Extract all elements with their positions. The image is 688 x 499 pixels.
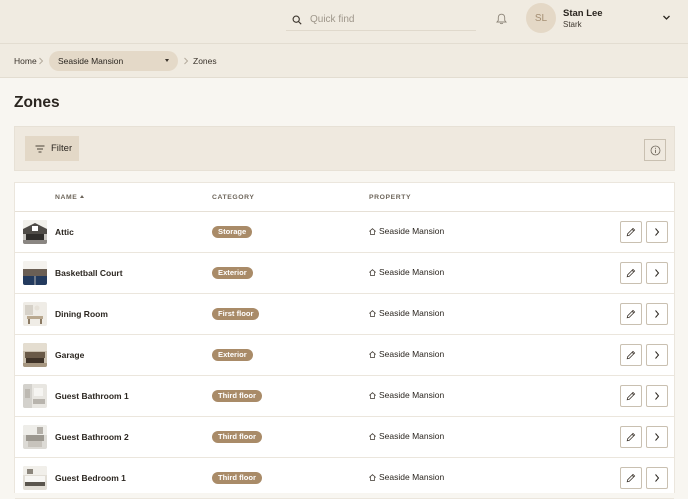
- category-badge: Third floor: [212, 431, 262, 443]
- open-button[interactable]: [646, 303, 668, 325]
- column-header-category: CATEGORY: [212, 194, 255, 201]
- open-button[interactable]: [646, 262, 668, 284]
- user-name: Stan Lee: [563, 8, 603, 19]
- open-button[interactable]: [646, 344, 668, 366]
- home-icon: [369, 268, 376, 276]
- home-icon: [369, 473, 376, 481]
- chevron-right-icon: [655, 433, 660, 441]
- zone-property: Seaside Mansion: [369, 431, 444, 441]
- bell-icon[interactable]: [496, 13, 507, 25]
- page-title: Zones: [14, 94, 60, 111]
- category-badge: Storage: [212, 226, 253, 238]
- open-button[interactable]: [646, 221, 668, 243]
- zone-name: Basketball Court: [55, 268, 123, 278]
- chevron-right-icon: [655, 392, 660, 400]
- filter-bar: Filter: [14, 126, 675, 171]
- edit-button[interactable]: [620, 262, 642, 284]
- chevron-down-icon[interactable]: [662, 14, 671, 21]
- home-icon: [369, 391, 376, 399]
- home-icon: [369, 350, 376, 358]
- zone-property: Seaside Mansion: [369, 267, 444, 277]
- open-button[interactable]: [646, 385, 668, 407]
- chevron-right-icon: [655, 269, 660, 277]
- zone-property: Seaside Mansion: [369, 390, 444, 400]
- property-select-value: Seaside Mansion: [58, 56, 124, 66]
- table-header: NAME CATEGORY PROPERTY: [15, 183, 674, 212]
- pencil-icon: [626, 391, 636, 401]
- table-row[interactable]: Basketball Court Exterior Seaside Mansio…: [15, 253, 674, 294]
- home-icon: [369, 432, 376, 440]
- edit-button[interactable]: [620, 344, 642, 366]
- edit-button[interactable]: [620, 385, 642, 407]
- chevron-right-icon: [655, 474, 660, 482]
- info-icon: [650, 145, 660, 155]
- category-badge: First floor: [212, 308, 260, 320]
- zone-property: Seaside Mansion: [369, 472, 444, 482]
- zone-property: Seaside Mansion: [369, 349, 444, 359]
- category-badge: Third floor: [212, 390, 262, 402]
- chevron-right-icon: [39, 57, 44, 65]
- table-row[interactable]: Garage Exterior Seaside Mansion: [15, 335, 674, 376]
- property-select[interactable]: Seaside Mansion: [49, 51, 178, 71]
- zone-name: Dining Room: [55, 309, 108, 319]
- zone-thumbnail: [23, 466, 47, 490]
- pencil-icon: [626, 432, 636, 442]
- table-row[interactable]: Guest Bathroom 2 Third floor Seaside Man…: [15, 417, 674, 458]
- home-icon: [369, 227, 376, 235]
- home-icon: [369, 309, 376, 317]
- top-bar: SL Stan Lee Stark: [0, 0, 688, 44]
- zone-name: Guest Bathroom 1: [55, 391, 129, 401]
- pencil-icon: [626, 473, 636, 483]
- avatar[interactable]: SL: [526, 3, 556, 33]
- zone-thumbnail: [23, 384, 47, 408]
- table-row[interactable]: Attic Storage Seaside Mansion: [15, 212, 674, 253]
- category-badge: Third floor: [212, 472, 262, 484]
- zone-name: Guest Bedroom 1: [55, 473, 126, 483]
- edit-button[interactable]: [620, 467, 642, 489]
- category-badge: Exterior: [212, 267, 253, 279]
- breadcrumb: Home Seaside Mansion Zones: [0, 44, 688, 78]
- column-header-property: PROPERTY: [369, 194, 412, 201]
- table-row[interactable]: Guest Bathroom 1 Third floor Seaside Man…: [15, 376, 674, 417]
- pencil-icon: [626, 227, 636, 237]
- chevron-right-icon: [184, 57, 189, 65]
- filter-icon: [35, 145, 45, 152]
- category-badge: Exterior: [212, 349, 253, 361]
- chevron-right-icon: [655, 310, 660, 318]
- chevron-right-icon: [655, 228, 660, 236]
- zone-name: Garage: [55, 350, 85, 360]
- quick-find-input[interactable]: [310, 14, 460, 25]
- open-button[interactable]: [646, 467, 668, 489]
- chevron-right-icon: [655, 351, 660, 359]
- zone-name: Attic: [55, 227, 74, 237]
- zone-property: Seaside Mansion: [369, 226, 444, 236]
- sort-ascending-icon: [80, 195, 85, 198]
- column-header-name[interactable]: NAME: [55, 194, 85, 201]
- pencil-icon: [626, 268, 636, 278]
- caret-down-icon: [165, 59, 169, 62]
- edit-button[interactable]: [620, 303, 642, 325]
- zone-property: Seaside Mansion: [369, 308, 444, 318]
- open-button[interactable]: [646, 426, 668, 448]
- quick-find[interactable]: [286, 9, 476, 31]
- info-button[interactable]: [644, 139, 666, 161]
- user-org: Stark: [563, 20, 582, 29]
- search-icon: [292, 15, 302, 25]
- pencil-icon: [626, 350, 636, 360]
- filter-label: Filter: [51, 143, 73, 154]
- filter-button[interactable]: Filter: [25, 136, 79, 161]
- breadcrumb-current: Zones: [193, 56, 217, 66]
- zone-thumbnail: [23, 261, 47, 285]
- breadcrumb-home[interactable]: Home: [14, 56, 37, 66]
- zone-thumbnail: [23, 343, 47, 367]
- edit-button[interactable]: [620, 221, 642, 243]
- table-row[interactable]: Dining Room First floor Seaside Mansion: [15, 294, 674, 335]
- zone-thumbnail: [23, 302, 47, 326]
- zone-thumbnail: [23, 425, 47, 449]
- pencil-icon: [626, 309, 636, 319]
- zone-thumbnail: [23, 220, 47, 244]
- zone-name: Guest Bathroom 2: [55, 432, 129, 442]
- zones-table: NAME CATEGORY PROPERTY Attic Storage Sea…: [14, 182, 675, 499]
- edit-button[interactable]: [620, 426, 642, 448]
